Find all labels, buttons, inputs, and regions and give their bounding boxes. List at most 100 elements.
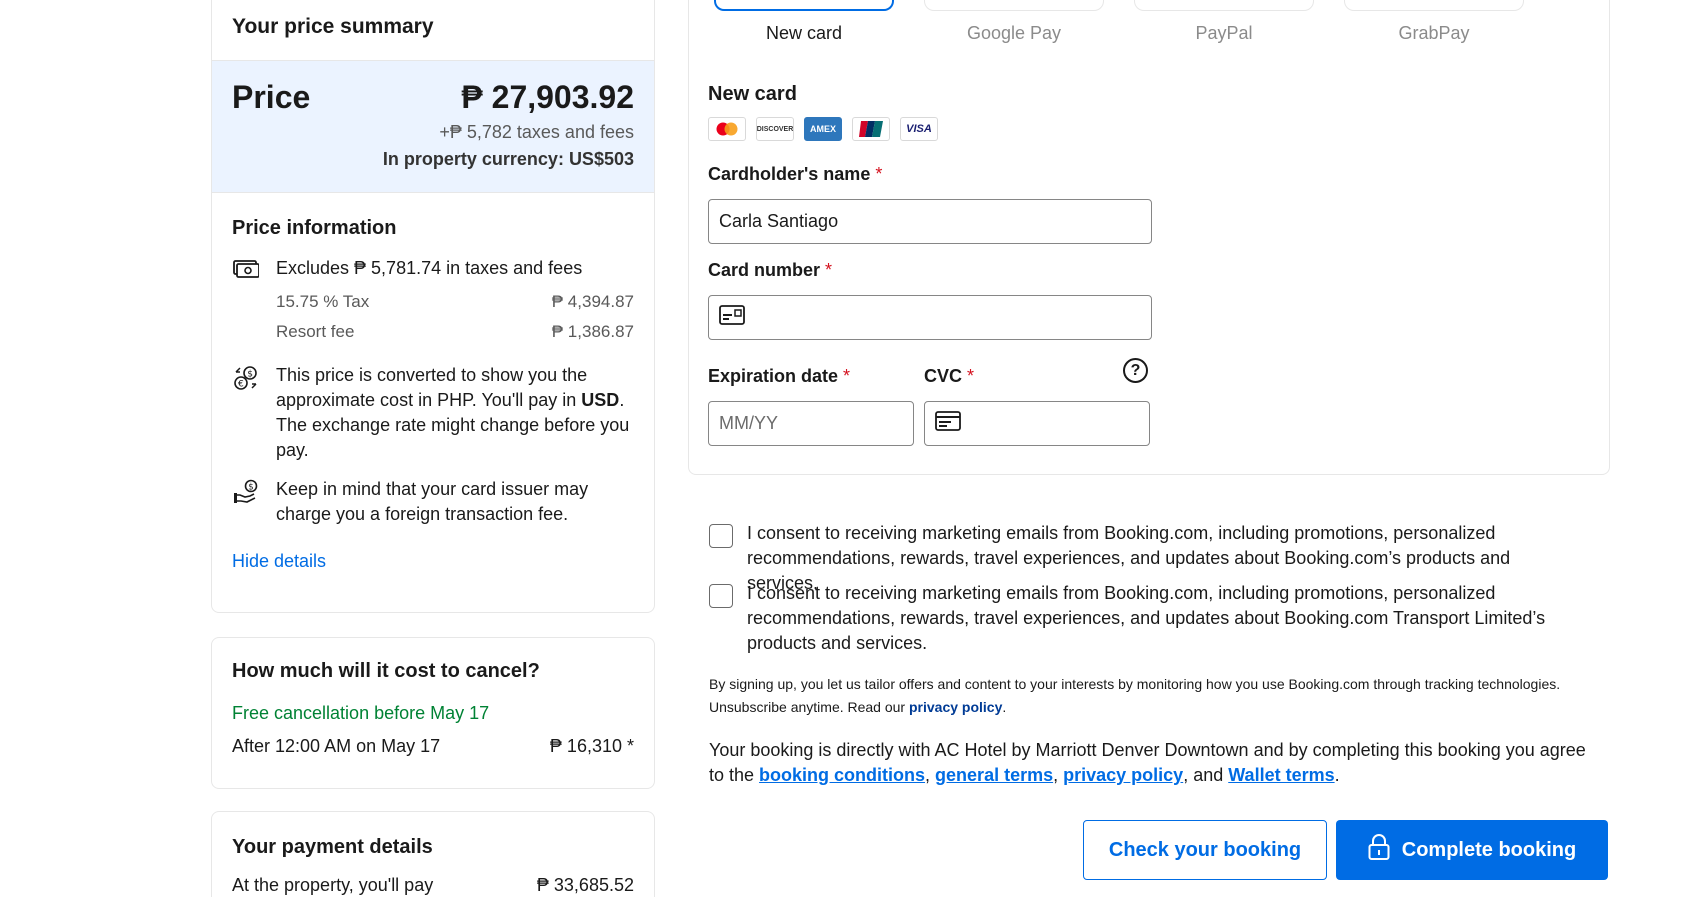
signup-note-text: By signing up, you let us tailor offers … [709,676,1561,715]
payment-method-card: New card Google Pay PayPal GrabPay New c… [688,0,1610,475]
svg-text:$: $ [247,370,253,380]
method-label: Google Pay [966,23,1062,43]
credit-card-icon [719,305,745,330]
lock-icon [1368,833,1390,867]
expiration-date-field[interactable] [708,401,914,446]
price-summary-card: Your price summary Price ₱ 27,903.92 +₱ … [211,0,655,613]
card-fee-item: $ Keep in mind that your card issuer may… [232,477,634,527]
payment-details-label: At the property, you'll pay [232,875,434,895]
payment-details-row: At the property, you'll pay ₱ 33,685.52 [232,875,634,896]
new-card-title: New card [708,83,797,105]
complete-booking-button[interactable]: Complete booking [1336,820,1608,880]
agreement-separator: , and [1183,765,1229,785]
expiration-date-label: Expiration date * [708,366,850,387]
currency-exchange-icon: $ € [232,363,260,463]
booking-conditions-link[interactable]: booking conditions [759,765,925,785]
method-label: PayPal [1195,23,1253,43]
required-mark: * [825,260,833,280]
tax-value: ₱ 4,394.87 [551,292,634,311]
card-number-input[interactable] [753,307,1141,328]
price-summary-heading: Your price summary [212,0,654,61]
cvc-field[interactable] [924,401,1150,446]
payment-details-card: Your payment details At the property, yo… [211,811,655,897]
cancellation-title: How much will it cost to cancel? [232,660,540,682]
conversion-text-start: This price is converted to show you the … [276,365,588,410]
card-number-field[interactable] [708,295,1152,340]
card-fee-text: Keep in mind that your card issuer may c… [276,479,589,524]
conversion-currency: USD [581,390,620,410]
mastercard-logo [708,117,746,141]
taxes-and-fees: +₱ 5,782 taxes and fees [439,122,634,142]
consent-checkbox[interactable] [709,584,733,608]
cvc-card-icon [935,411,961,436]
consent-checkbox[interactable] [709,524,733,548]
method-tile[interactable] [714,0,894,11]
method-paypal[interactable]: PayPal [1134,0,1314,51]
resort-fee-row: Resort fee ₱ 1,386.87 [276,317,634,347]
discover-logo: DISCOVER [756,117,794,141]
price-box: Price ₱ 27,903.92 +₱ 5,782 taxes and fee… [212,61,654,193]
agreement-separator: , [925,765,936,785]
currency-conversion-text: This price is converted to show you the … [276,363,634,463]
expiration-date-input[interactable] [719,413,903,434]
required-mark: * [967,366,975,386]
hide-details-link[interactable]: Hide details [232,551,326,571]
price-label: Price [232,79,311,115]
resort-fee-label: Resort fee [276,322,355,341]
method-google-pay[interactable]: Google Pay [924,0,1104,51]
excludes-taxes-item: Excludes ₱ 5,781.74 in taxes and fees [232,256,634,281]
money-icon [232,256,260,281]
price-information: Price information Excludes ₱ 5,781.74 in… [212,193,654,572]
required-mark: * [875,164,883,184]
cardholder-name-input[interactable] [719,211,1141,232]
agreement-end: . [1334,765,1340,785]
general-terms-link[interactable]: general terms [935,765,1053,785]
wallet-terms-link[interactable]: Wallet terms [1228,765,1334,785]
privacy-policy-link[interactable]: privacy policy [909,699,1002,715]
check-booking-label: Check your booking [1108,838,1302,861]
cardholder-name-field[interactable] [708,199,1152,244]
card-number-label: Card number * [708,260,832,281]
free-cancellation-text: Free cancellation before May 17 [232,703,490,723]
price-information-title: Price information [232,217,397,239]
currency-conversion-item: $ € This price is converted to show you t… [232,363,634,463]
consent-transport-marketing[interactable]: I consent to receiving marketing emails … [709,581,1569,656]
payment-method-tabs: New card Google Pay PayPal GrabPay [714,0,1554,51]
cvc-input[interactable] [969,413,1139,434]
signup-note-end: . [1002,699,1007,715]
card-number-label-text: Card number [708,260,821,280]
amex-logo: AMEX [804,117,842,141]
tax-label: 15.75 % Tax [276,292,370,311]
consent-text: I consent to receiving marketing emails … [747,583,1546,653]
check-booking-button[interactable]: Check your booking [1083,820,1327,880]
cancellation-card: How much will it cost to cancel? Free ca… [211,637,655,789]
complete-booking-label: Complete booking [1401,838,1577,861]
cvc-help-icon[interactable]: ? [1123,358,1148,383]
method-new-card[interactable]: New card [714,0,894,51]
hand-coin-icon: $ [232,477,260,527]
resort-fee-value: ₱ 1,386.87 [551,322,634,341]
payment-details-value: ₱ 33,685.52 [536,875,634,895]
cancellation-fee-row: After 12:00 AM on May 17 ₱ 16,310 * [232,736,634,757]
visa-logo: VISA [900,117,938,141]
cvc-label: CVC * [924,366,974,387]
tax-row: 15.75 % Tax ₱ 4,394.87 [276,287,634,317]
method-label: New card [765,23,843,43]
privacy-policy-terms-link[interactable]: privacy policy [1063,765,1183,785]
svg-text:€: € [238,380,244,390]
method-grabpay[interactable]: GrabPay [1344,0,1524,51]
cvc-label-text: CVC [924,366,963,386]
signup-note: By signing up, you let us tailor offers … [709,673,1569,719]
method-tile[interactable] [1134,0,1314,11]
method-tile[interactable] [1344,0,1524,11]
price-value: ₱ 27,903.92 [461,79,634,115]
svg-text:$: $ [248,483,253,493]
unionpay-logo [852,117,890,141]
cancellation-fee-value: ₱ 16,310 * [549,736,634,756]
excludes-taxes-text: Excludes ₱ 5,781.74 in taxes and fees [276,258,583,278]
method-label: GrabPay [1398,23,1470,43]
card-brand-logos: DISCOVER AMEX VISA [708,117,938,141]
cardholder-name-label-text: Cardholder's name [708,164,871,184]
agreement-separator: , [1053,765,1064,785]
method-tile[interactable] [924,0,1104,11]
